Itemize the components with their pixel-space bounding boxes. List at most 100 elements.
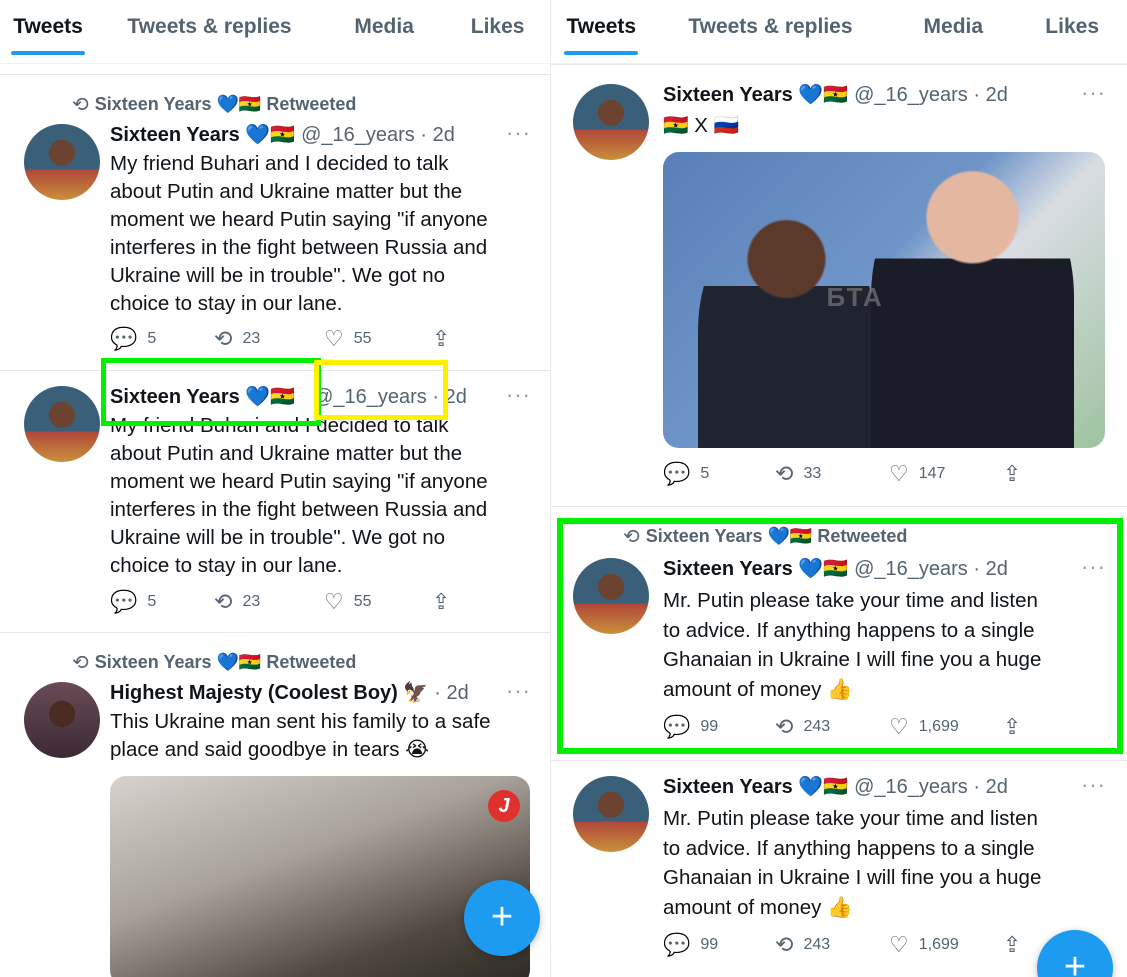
- author-name[interactable]: Sixteen Years 💙🇬🇭: [663, 556, 848, 581]
- avatar[interactable]: [573, 776, 649, 852]
- retweet-count: 23: [242, 330, 261, 347]
- author-handle[interactable]: @_16_years · 2d: [854, 84, 1008, 107]
- profile-tabs: Tweets Tweets & replies Media Likes: [0, 0, 550, 64]
- more-icon[interactable]: ···: [1081, 80, 1106, 106]
- more-icon[interactable]: ···: [506, 678, 531, 704]
- share-button[interactable]: ⇪: [1003, 932, 1021, 958]
- author-name[interactable]: Sixteen Years 💙🇬🇭: [110, 122, 295, 147]
- retweet-icon: ⟲: [775, 932, 794, 957]
- retweet-button[interactable]: ⟲ 33: [775, 461, 889, 487]
- tweet-actions: 💬 5 ⟲ 23 ♡ 55 ⇪: [110, 589, 450, 615]
- share-button[interactable]: ⇪: [1003, 461, 1021, 487]
- compose-tweet-button[interactable]: +: [1037, 930, 1113, 977]
- reply-count: 99: [700, 936, 719, 953]
- tab-likes[interactable]: Likes: [1017, 0, 1127, 63]
- retweet-icon: ⟲: [623, 526, 640, 548]
- more-icon[interactable]: ···: [1081, 554, 1106, 580]
- avatar[interactable]: [24, 682, 100, 758]
- retweet-button[interactable]: ⟲ 23: [214, 326, 324, 352]
- tweet-text: This Ukraine man sent his family to a sa…: [110, 710, 491, 761]
- tweet-text: My friend Buhari and I decided to talk a…: [110, 152, 488, 315]
- tweet-video[interactable]: J: [110, 776, 530, 977]
- share-button[interactable]: ⇪: [432, 326, 450, 352]
- tweet-actions: 💬 99 ⟲ 243 ♡ 1,699 ⇪: [663, 932, 1021, 958]
- retweet-context: ⟲ Sixteen Years 💙🇬🇭 Retweeted: [623, 524, 907, 549]
- reply-button[interactable]: 💬 5: [110, 326, 214, 352]
- like-count: 55: [353, 330, 372, 347]
- tab-label: Tweets: [13, 15, 83, 38]
- heart-icon: ♡: [889, 932, 909, 957]
- retweet-context: ⟲ Sixteen Years 💙🇬🇭 Retweeted: [72, 650, 356, 675]
- avatar[interactable]: [24, 386, 100, 462]
- compose-tweet-button[interactable]: +: [464, 880, 540, 956]
- tweet-text: Mr. Putin please take your time and list…: [663, 807, 1042, 919]
- retweet-icon: ⟲: [214, 326, 233, 351]
- heart-icon: ♡: [324, 326, 344, 351]
- retweet-button[interactable]: ⟲ 23: [214, 589, 324, 615]
- retweet-button[interactable]: ⟲ 243: [775, 932, 889, 958]
- author-handle[interactable]: · 2d: [434, 682, 468, 705]
- author-handle[interactable]: @_16_years · 2d: [301, 124, 455, 147]
- retweet-count: 243: [803, 936, 831, 953]
- reply-icon: 💬: [110, 326, 138, 351]
- more-icon[interactable]: ···: [1081, 772, 1106, 798]
- avatar[interactable]: [24, 124, 100, 200]
- share-icon: ⇪: [432, 326, 451, 351]
- tab-label: Likes: [470, 15, 525, 38]
- more-icon[interactable]: ···: [506, 382, 531, 408]
- reply-button[interactable]: 💬 99: [663, 932, 775, 958]
- share-icon: ⇪: [1003, 932, 1022, 957]
- tab-tweets[interactable]: Tweets: [551, 0, 652, 63]
- avatar[interactable]: [573, 84, 649, 160]
- channel-badge: J: [488, 790, 520, 822]
- heart-icon: ♡: [324, 589, 344, 614]
- author-name[interactable]: Sixteen Years 💙🇬🇭: [110, 384, 295, 409]
- retweet-context: ⟲ Sixteen Years 💙🇬🇭 Retweeted: [72, 92, 356, 117]
- like-button[interactable]: ♡ 1,699: [889, 714, 1003, 740]
- reply-button[interactable]: 💬 5: [663, 461, 775, 487]
- like-button[interactable]: ♡ 55: [324, 326, 432, 352]
- retweet-label: Sixteen Years 💙🇬🇭 Retweeted: [94, 94, 357, 114]
- photo-person-left: [698, 211, 876, 448]
- retweet-count: 33: [803, 465, 822, 482]
- tab-media[interactable]: Media: [889, 0, 1017, 63]
- retweet-icon: ⟲: [775, 461, 794, 486]
- avatar[interactable]: [573, 558, 649, 634]
- tab-media[interactable]: Media: [323, 0, 445, 63]
- like-button[interactable]: ♡ 147: [889, 461, 1003, 487]
- author-handle[interactable]: @_16_years · 2d: [313, 386, 467, 409]
- like-button[interactable]: ♡ 1,699: [889, 932, 1003, 958]
- tweet-actions: 💬 99 ⟲ 243 ♡ 1,699 ⇪: [663, 714, 1021, 740]
- tweet-actions: 💬 5 ⟲ 33 ♡ 147 ⇪: [663, 461, 1021, 487]
- tweet-header: Sixteen Years 💙🇬🇭 @_16_years · 2d: [110, 122, 455, 147]
- tweet-photo[interactable]: БТА: [663, 152, 1105, 448]
- like-count: 147: [918, 465, 946, 482]
- more-icon[interactable]: ···: [506, 120, 531, 146]
- share-icon: ⇪: [432, 589, 451, 614]
- reply-count: 99: [700, 718, 719, 735]
- reply-button[interactable]: 💬 99: [663, 714, 775, 740]
- reply-icon: 💬: [663, 932, 691, 957]
- author-handle[interactable]: @_16_years · 2d: [854, 558, 1008, 581]
- share-button[interactable]: ⇪: [432, 589, 450, 615]
- reply-button[interactable]: 💬 5: [110, 589, 214, 615]
- tab-tweets[interactable]: Tweets: [0, 0, 96, 63]
- retweet-count: 243: [803, 718, 831, 735]
- share-button[interactable]: ⇪: [1003, 714, 1021, 740]
- share-icon: ⇪: [1003, 461, 1022, 486]
- tab-tweets-replies[interactable]: Tweets & replies: [96, 0, 323, 63]
- tweet-header: Highest Majesty (Coolest Boy) 🦅 · 2d: [110, 680, 469, 705]
- author-name[interactable]: Highest Majesty (Coolest Boy) 🦅: [110, 680, 428, 705]
- author-name[interactable]: Sixteen Years 💙🇬🇭: [663, 774, 848, 799]
- like-button[interactable]: ♡ 55: [324, 589, 432, 615]
- reply-count: 5: [147, 593, 157, 610]
- retweet-button[interactable]: ⟲ 243: [775, 714, 889, 740]
- active-tab-indicator: [11, 51, 86, 55]
- tab-tweets-replies[interactable]: Tweets & replies: [652, 0, 890, 63]
- author-handle[interactable]: @_16_years · 2d: [854, 776, 1008, 799]
- like-count: 1,699: [918, 718, 959, 735]
- like-count: 1,699: [918, 936, 959, 953]
- retweet-icon: ⟲: [72, 652, 89, 674]
- tab-likes[interactable]: Likes: [445, 0, 550, 63]
- author-name[interactable]: Sixteen Years 💙🇬🇭: [663, 82, 848, 107]
